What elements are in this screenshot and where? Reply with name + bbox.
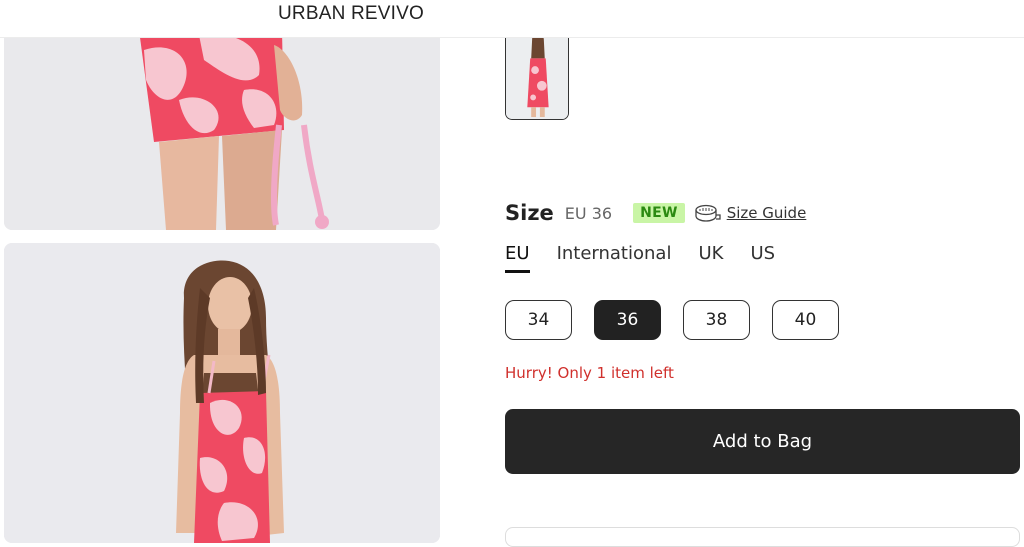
tab-uk[interactable]: UK (698, 243, 723, 273)
new-badge: NEW (633, 203, 685, 223)
tab-us[interactable]: US (750, 243, 775, 273)
add-to-bag-button[interactable]: Add to Bag (505, 409, 1020, 474)
selected-size-value: EU 36 (564, 203, 613, 223)
size-option-38[interactable]: 38 (683, 300, 750, 340)
size-option-34[interactable]: 34 (505, 300, 572, 340)
dress-detail-photo (4, 30, 440, 230)
product-image-model[interactable] (4, 243, 440, 543)
size-option-36[interactable]: 36 (594, 300, 661, 340)
dress-thumbnail (506, 29, 568, 119)
top-header: URBAN REVIVO (0, 0, 1024, 38)
size-header: Size EU 36 NEW Size Guide (505, 199, 806, 227)
tab-international[interactable]: International (557, 243, 672, 273)
size-title: Size (505, 201, 554, 225)
product-thumbnail[interactable] (505, 28, 569, 120)
size-system-tabs: EU International UK US (505, 243, 802, 273)
next-section-box (505, 527, 1020, 547)
brand-logo[interactable]: URBAN REVIVO (278, 3, 424, 25)
size-options: 34 36 38 40 (505, 300, 861, 340)
tab-eu[interactable]: EU (505, 243, 530, 273)
product-image-detail[interactable] (4, 30, 440, 230)
size-guide-link[interactable]: Size Guide (727, 204, 807, 222)
model-dress-photo (4, 243, 440, 543)
size-option-40[interactable]: 40 (772, 300, 839, 340)
tape-measure-icon[interactable] (694, 203, 721, 223)
low-stock-message: Hurry! Only 1 item left (505, 364, 674, 382)
